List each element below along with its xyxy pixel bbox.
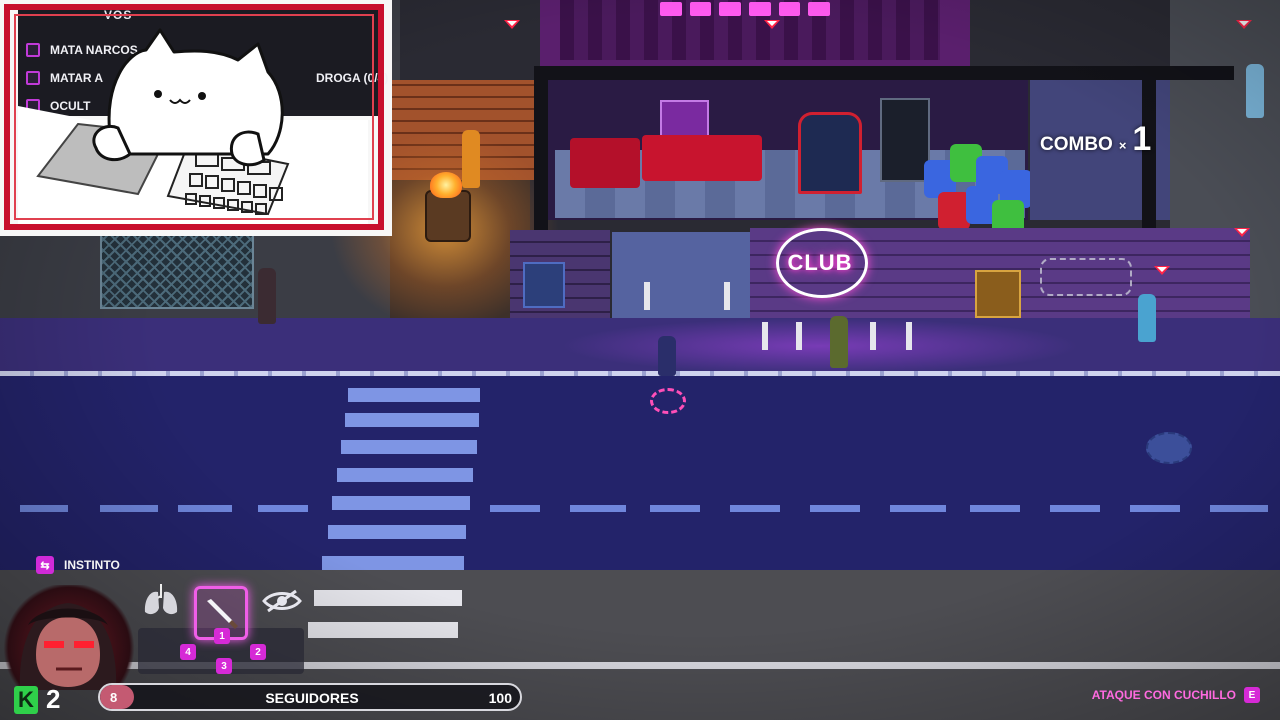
attack-hint-label: ATAQUE CON CUCHILLO (1091, 688, 1236, 702)
attack-hint: ATAQUE CON CUCHILLO E (1092, 687, 1260, 703)
pedestrian-npc[interactable] (1138, 294, 1156, 342)
target-marker-icon (764, 20, 780, 29)
instinct-ability[interactable]: ⇆ INSTINTO (36, 556, 120, 574)
weapon-wheel[interactable]: 1 2 3 4 (132, 576, 322, 686)
wall-top (534, 70, 548, 230)
neon-club-sign: CLUB (787, 250, 853, 275)
narco-npc[interactable] (258, 268, 276, 324)
attack-key: E (1244, 687, 1260, 703)
eye-hidden-icon (262, 589, 302, 613)
rope-post (762, 322, 768, 350)
swap-icon: ⇆ (36, 556, 54, 574)
target-marker-icon (504, 20, 520, 29)
combo-multiplier-symbol: × (1118, 138, 1127, 153)
stage-lights (660, 2, 831, 16)
combo-counter: COMBO × 1 (1040, 120, 1151, 159)
lungs-icon (144, 584, 178, 615)
target-marker-icon (1234, 228, 1250, 237)
kills-badge: K (14, 685, 38, 714)
kill-counter: K 2 (14, 684, 60, 715)
skeleton-statue (462, 130, 480, 188)
objectives-overlay: VOS MATA NARCOS MATAR A DROGA (0/4) OCUL… (0, 0, 392, 236)
graffiti (1040, 258, 1132, 296)
player-target-ring (650, 388, 686, 414)
bouncer-npc[interactable] (830, 316, 848, 368)
pedestrian-npc[interactable] (1246, 64, 1264, 118)
fire-icon (430, 172, 462, 198)
red-sofa (642, 135, 762, 181)
weapon-slot-number[interactable]: 2 (250, 644, 266, 660)
manhole-cover (1146, 432, 1192, 464)
wall-poster (523, 262, 565, 308)
rope-post (796, 322, 802, 350)
overlay-frame-inner (14, 14, 374, 220)
club-entrance[interactable] (612, 232, 752, 318)
followers-label: SEGUIDORES (265, 690, 359, 706)
followers-max: 100 (488, 690, 512, 706)
wall-poster (975, 270, 1021, 318)
rope-post (644, 282, 650, 310)
neon-light-spill (560, 318, 1080, 374)
red-sofa (570, 138, 640, 188)
jukebox[interactable] (798, 112, 862, 194)
rope-post (906, 322, 912, 350)
player-character (658, 336, 676, 376)
avatar (19, 603, 117, 690)
followers-bar: 8 SEGUIDORES 100 (98, 683, 522, 711)
wall-top (534, 66, 1234, 80)
combo-value: 1 (1132, 120, 1152, 158)
kills-count: 2 (46, 684, 61, 714)
weapon-slot-number[interactable]: 1 (214, 628, 230, 644)
rope-post (870, 322, 876, 350)
instinct-label: INSTINTO (64, 558, 120, 572)
weapon-slot-number[interactable]: 3 (216, 658, 232, 674)
road (0, 376, 1280, 570)
weapon-slot-number[interactable]: 4 (180, 644, 196, 660)
target-marker-icon (1236, 20, 1252, 29)
rope-post (724, 282, 730, 310)
target-marker-icon (1154, 266, 1170, 275)
combo-label: COMBO (1040, 134, 1113, 155)
player-portrait (0, 585, 138, 690)
